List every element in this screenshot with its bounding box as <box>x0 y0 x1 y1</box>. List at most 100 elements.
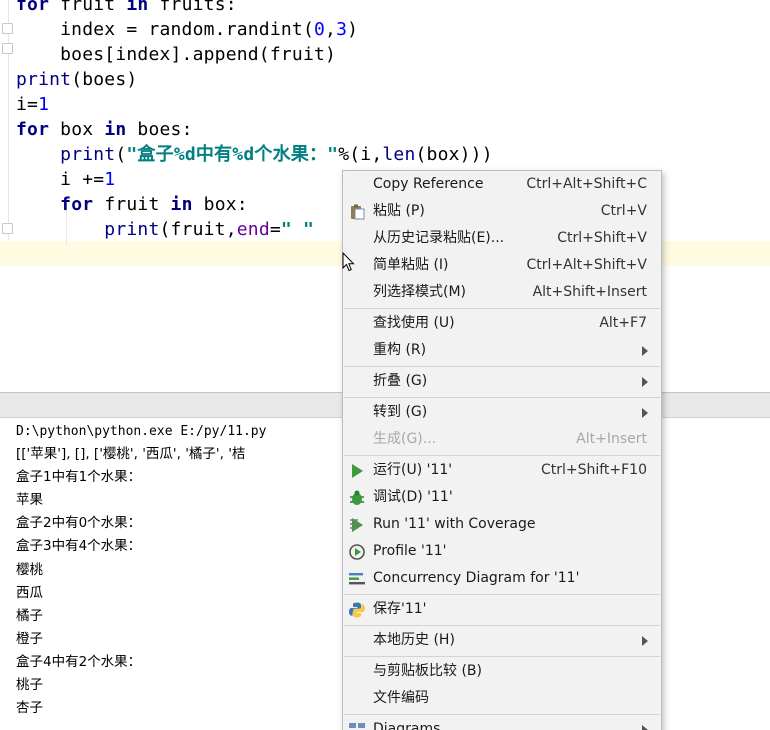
menu-item-label: 运行(U) '11' <box>373 462 453 478</box>
console-line: 苹果 <box>16 492 43 509</box>
menu-separator <box>344 308 660 309</box>
menu-item-local-history[interactable]: 本地历史 (H) <box>343 627 661 654</box>
code-token: print <box>16 69 72 90</box>
code-line: print(boes) <box>16 67 137 92</box>
menu-separator <box>344 366 660 367</box>
console-line: 桃子 <box>16 677 43 693</box>
menu-item-label: 与剪贴板比较 (B) <box>373 663 482 679</box>
menu-item-shortcut: Ctrl+Alt+Shift+C <box>526 176 647 192</box>
code-token: print <box>104 219 160 240</box>
menu-item-diagrams[interactable]: Diagrams <box>343 716 661 730</box>
menu-item-label: 文件编码 <box>373 690 429 706</box>
submenu-arrow-icon <box>642 636 648 646</box>
menu-item-label: 列选择模式(M) <box>373 284 467 300</box>
coverage-icon <box>350 518 363 532</box>
menu-item-profile[interactable]: Profile '11' <box>343 538 661 565</box>
console-line: 橙子 <box>16 630 43 647</box>
menu-item-run-with-coverage[interactable]: Run '11' with Coverage <box>343 511 661 538</box>
clipboard-icon <box>351 204 365 220</box>
editor-context-menu[interactable]: Copy Reference Ctrl+Alt+Shift+C 粘贴 (P) Ctrl… <box>342 170 662 730</box>
submenu-arrow-icon <box>642 408 648 418</box>
console-line: 盒子2中有0个水果： <box>16 515 142 532</box>
code-token: " " <box>280 219 315 240</box>
code-line: i +=1 <box>16 167 115 192</box>
menu-item-label: Copy Reference <box>373 176 484 192</box>
menu-item-generate: 生成(G)... Alt+Insert <box>343 426 661 453</box>
menu-item-label: 折叠 (G) <box>373 373 428 389</box>
code-token: print <box>60 144 116 165</box>
code-token: = <box>269 219 281 240</box>
menu-item-shortcut: Ctrl+Shift+V <box>557 230 647 246</box>
code-token: i= <box>16 94 39 115</box>
console-line: 盒子4中有2个水果： <box>16 653 142 670</box>
menu-item-shortcut: Ctrl+Alt+Shift+V <box>526 257 647 273</box>
menu-item-compare-with-clipboard[interactable]: 与剪贴板比较 (B) <box>343 658 661 685</box>
console-line: 盒子1中有1个水果： <box>16 469 142 486</box>
fold-marker-icon[interactable] <box>2 223 13 234</box>
menu-separator <box>344 594 660 595</box>
code-token: fruit <box>49 0 127 15</box>
menu-item-label: 从历史记录粘贴(E)... <box>373 230 505 246</box>
menu-item-paste-from-history[interactable]: 从历史记录粘贴(E)... Ctrl+Shift+V <box>343 225 661 252</box>
debug-bug-icon <box>350 490 364 505</box>
code-token: ) <box>347 19 359 40</box>
console-line: [['苹果'], [], ['樱桃', '西瓜', '橘子', '桔 <box>16 446 246 462</box>
code-line: boes[index].append(fruit) <box>16 42 336 67</box>
code-token: for <box>16 0 50 15</box>
code-token: in <box>104 119 127 140</box>
menu-separator <box>344 656 660 657</box>
menu-item-label: 本地历史 (H) <box>373 632 455 648</box>
menu-item-save[interactable]: 保存'11' <box>343 596 661 623</box>
code-token: len <box>382 144 416 165</box>
menu-item-folding[interactable]: 折叠 (G) <box>343 368 661 395</box>
submenu-arrow-icon <box>642 346 648 356</box>
menu-item-run[interactable]: 运行(U) '11' Ctrl+Shift+F10 <box>343 457 661 484</box>
menu-item-column-selection-mode[interactable]: 列选择模式(M) Alt+Shift+Insert <box>343 279 661 306</box>
fold-marker-icon[interactable] <box>2 43 13 54</box>
menu-item-find-usages[interactable]: 查找使用 (U) Alt+F7 <box>343 310 661 337</box>
menu-item-shortcut: Ctrl+Shift+F10 <box>540 462 647 478</box>
code-token: (box))) <box>415 144 493 165</box>
code-token: boes: <box>126 119 193 140</box>
menu-item-file-encoding[interactable]: 文件编码 <box>343 685 661 712</box>
menu-item-label: 转到 (G) <box>373 404 428 420</box>
mouse-cursor-icon <box>342 252 355 272</box>
menu-separator <box>344 455 660 456</box>
menu-item-concurrency-diagram[interactable]: Concurrency Diagram for '11' <box>343 565 661 592</box>
menu-item-goto[interactable]: 转到 (G) <box>343 399 661 426</box>
code-token: (fruit, <box>159 219 237 240</box>
submenu-arrow-icon <box>642 377 648 387</box>
fold-marker-icon[interactable] <box>2 23 13 34</box>
gutter-border <box>8 0 9 240</box>
code-token: %(i, <box>338 144 383 165</box>
menu-item-debug[interactable]: 调试(D) '11' <box>343 484 661 511</box>
menu-item-shortcut: Ctrl+V <box>600 203 647 219</box>
menu-item-paste-simple[interactable]: 简单粘贴 (I) Ctrl+Alt+Shift+V <box>343 252 661 279</box>
menu-item-shortcut: Alt+Shift+Insert <box>532 284 647 300</box>
menu-item-copy-reference[interactable]: Copy Reference Ctrl+Alt+Shift+C <box>343 171 661 198</box>
menu-item-shortcut: Alt+F7 <box>599 315 647 331</box>
code-token: ( <box>115 144 127 165</box>
menu-separator <box>344 397 660 398</box>
code-token: end <box>236 219 270 240</box>
code-token: fruits: <box>148 0 237 15</box>
code-token: index = random.randint( <box>16 19 314 40</box>
menu-item-label: 简单粘贴 (I) <box>373 257 449 273</box>
code-line: print(fruit,end=" " <box>16 217 314 242</box>
menu-item-paste[interactable]: 粘贴 (P) Ctrl+V <box>343 198 661 225</box>
code-line: index = random.randint(0,3) <box>16 17 358 42</box>
code-line: i=1 <box>16 92 49 117</box>
code-token: 0 <box>314 19 326 40</box>
code-line: for box in boes: <box>16 117 193 142</box>
menu-item-label: 调试(D) '11' <box>373 489 453 505</box>
run-icon <box>352 464 363 478</box>
code-token: box <box>49 119 105 140</box>
code-token: , <box>325 19 337 40</box>
code-token: fruit <box>93 194 171 215</box>
menu-item-label: 粘贴 (P) <box>373 203 425 219</box>
menu-item-refactor[interactable]: 重构 (R) <box>343 337 661 364</box>
code-line: print("盒子%d中有%d个水果："%(i,len(box))) <box>16 142 493 167</box>
code-token: (boes) <box>71 69 138 90</box>
